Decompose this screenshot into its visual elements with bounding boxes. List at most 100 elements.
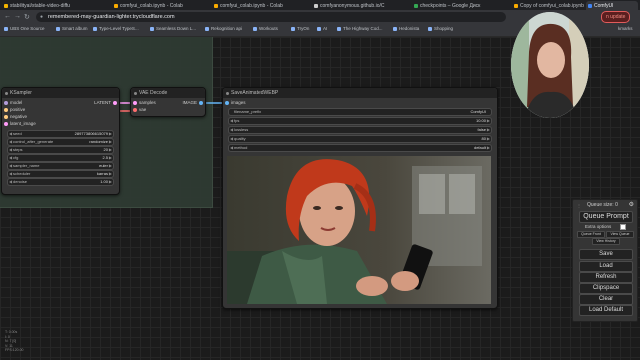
browser-tab[interactable]: comfyui_colab.ipynb - Colab xyxy=(112,1,208,10)
browser-tab[interactable]: Copy of comfyui_colab.ipynb xyxy=(512,1,584,10)
ksampler-node[interactable]: KSampler model LATENT positive negative … xyxy=(1,87,120,195)
socket-icon[interactable] xyxy=(4,115,8,119)
increment-arrow-icon[interactable]: ▶ xyxy=(109,147,112,153)
decrement-arrow-icon[interactable]: ◀ xyxy=(9,155,12,161)
socket-icon[interactable] xyxy=(225,101,229,105)
widget-lossless[interactable]: ◀ lossless false ▶ xyxy=(228,126,492,134)
bookmark-item[interactable]: Seamless Down L... xyxy=(150,26,196,31)
view-queue-button[interactable]: View Queue xyxy=(606,231,634,238)
browser-tab[interactable]: comfyui_colab.ipynb - Colab xyxy=(212,1,308,10)
decrement-arrow-icon[interactable]: ◀ xyxy=(9,131,12,137)
browser-tab[interactable]: stabilityai/stable-video-diffu xyxy=(2,1,108,10)
update-button[interactable]: n update xyxy=(601,11,631,23)
increment-arrow-icon[interactable]: ▶ xyxy=(109,139,112,145)
queue-front-button[interactable]: Queue Front xyxy=(577,231,605,238)
socket-icon[interactable] xyxy=(4,108,8,112)
widget-seed[interactable]: ◀ seed 289773806615079 ▶ xyxy=(7,130,114,138)
widget-cfg[interactable]: ◀ cfg 2.5 ▶ xyxy=(7,154,114,162)
bookmark-item[interactable]: Rekognition api xyxy=(205,26,242,31)
output-image-preview[interactable] xyxy=(227,156,491,304)
increment-arrow-icon[interactable]: ▶ xyxy=(487,127,490,133)
socket-icon[interactable] xyxy=(133,101,137,105)
input-model[interactable]: model xyxy=(4,100,22,106)
bookmark-item[interactable]: Type-Level TypeS... xyxy=(93,26,139,31)
bookmark-item[interactable]: Hedonista xyxy=(393,26,419,31)
decrement-arrow-icon[interactable]: ◀ xyxy=(9,139,12,145)
socket-icon[interactable] xyxy=(199,101,203,105)
decrement-arrow-icon[interactable]: ◀ xyxy=(230,118,233,124)
socket-icon[interactable] xyxy=(4,101,8,105)
increment-arrow-icon[interactable]: ▶ xyxy=(109,163,112,169)
decrement-arrow-icon[interactable]: ◀ xyxy=(9,171,12,177)
bookmark-label: AI xyxy=(323,26,328,31)
collapse-dot-icon[interactable] xyxy=(226,91,229,95)
reload-icon[interactable]: ↻ xyxy=(24,13,30,21)
save-button[interactable]: Save xyxy=(579,249,633,260)
bookmark-item[interactable]: Smart album xyxy=(56,26,88,31)
extra-options-checkbox[interactable] xyxy=(620,224,626,230)
bookmark-item[interactable]: TryOn xyxy=(291,26,309,31)
widget-control-after-generate[interactable]: ◀ control_after_generate randomize ▶ xyxy=(7,138,114,146)
widget-steps[interactable]: ◀ steps 20 ▶ xyxy=(7,146,114,154)
input-vae[interactable]: vae xyxy=(133,107,146,113)
increment-arrow-icon[interactable]: ▶ xyxy=(109,179,112,185)
widget-sampler-name[interactable]: ◀ sampler_name euler ▶ xyxy=(7,162,114,170)
input-negative[interactable]: negative xyxy=(4,114,27,120)
forward-icon[interactable]: → xyxy=(14,13,21,20)
bookmark-icon xyxy=(205,26,209,31)
input-positive[interactable]: positive xyxy=(4,107,25,113)
widget-quality[interactable]: ◀ quality 80 ▶ xyxy=(228,135,492,143)
vae-decode-node[interactable]: VAE Decode samples IMAGE vae xyxy=(130,87,206,117)
input-samples[interactable]: samples xyxy=(133,100,156,106)
view-history-button[interactable]: View History xyxy=(592,238,620,245)
url-field[interactable]: ● remembered-may-guardian-lighter.tryclo… xyxy=(36,12,506,22)
widget-fps[interactable]: ◀ fps 10.00 ▶ xyxy=(228,117,492,125)
node-title[interactable]: VAE Decode xyxy=(131,88,205,98)
collapse-dot-icon[interactable] xyxy=(5,91,8,95)
socket-icon[interactable] xyxy=(4,122,8,126)
decrement-arrow-icon[interactable]: ◀ xyxy=(9,163,12,169)
back-icon[interactable]: ← xyxy=(4,13,11,20)
bookmark-item[interactable]: Shopping xyxy=(428,26,453,31)
node-title[interactable]: KSampler xyxy=(2,88,119,98)
input-latent-image[interactable]: latent_image xyxy=(4,121,36,127)
widget-filename-prefix[interactable]: filename_prefix ComfyUI xyxy=(228,108,492,116)
bookmark-item[interactable]: UBS One Source xyxy=(4,26,45,31)
increment-arrow-icon[interactable]: ▶ xyxy=(109,155,112,161)
increment-arrow-icon[interactable]: ▶ xyxy=(487,118,490,124)
node-title[interactable]: SaveAnimatedWEBP xyxy=(223,88,497,98)
output-image[interactable]: IMAGE xyxy=(182,100,203,106)
widget-denoise[interactable]: ◀ denoise 1.00 ▶ xyxy=(7,178,114,186)
drag-handle-icon[interactable]: ⋮ xyxy=(577,203,581,208)
bookmark-item[interactable]: AI xyxy=(317,26,327,31)
decrement-arrow-icon[interactable]: ◀ xyxy=(230,136,233,142)
bookmark-item[interactable]: Workouts xyxy=(253,26,278,31)
socket-icon[interactable] xyxy=(113,101,117,105)
output-latent[interactable]: LATENT xyxy=(94,100,117,106)
clear-button[interactable]: Clear xyxy=(579,294,633,305)
increment-arrow-icon[interactable]: ▶ xyxy=(487,145,490,151)
decrement-arrow-icon[interactable]: ◀ xyxy=(9,179,12,185)
widget-scheduler[interactable]: ◀ scheduler karras ▶ xyxy=(7,170,114,178)
all-bookmarks[interactable]: kmarks xyxy=(618,26,633,31)
refresh-button[interactable]: Refresh xyxy=(579,272,633,283)
widget-method[interactable]: ◀ method default ▶ xyxy=(228,144,492,152)
increment-arrow-icon[interactable]: ▶ xyxy=(109,131,112,137)
load-button[interactable]: Load xyxy=(579,261,633,272)
queue-prompt-button[interactable]: Queue Prompt xyxy=(579,211,633,223)
settings-gear-icon[interactable]: ⚙ xyxy=(629,201,634,208)
decrement-arrow-icon[interactable]: ◀ xyxy=(9,147,12,153)
input-images[interactable]: images xyxy=(225,100,246,106)
browser-tab[interactable]: comfyanonymous.github.io/C xyxy=(312,1,408,10)
bookmark-item[interactable]: The Highway Cod... xyxy=(337,26,383,31)
decrement-arrow-icon[interactable]: ◀ xyxy=(230,145,233,151)
clipspace-button[interactable]: Clipspace xyxy=(579,283,633,294)
load-default-button[interactable]: Load Default xyxy=(579,305,633,316)
increment-arrow-icon[interactable]: ▶ xyxy=(109,171,112,177)
socket-icon[interactable] xyxy=(133,108,137,112)
browser-tab[interactable]: checkpoints – Google Диск xyxy=(412,1,508,10)
decrement-arrow-icon[interactable]: ◀ xyxy=(230,127,233,133)
collapse-dot-icon[interactable] xyxy=(134,91,137,95)
increment-arrow-icon[interactable]: ▶ xyxy=(487,136,490,142)
browser-tab-active[interactable]: ComfyUI xyxy=(586,1,638,10)
